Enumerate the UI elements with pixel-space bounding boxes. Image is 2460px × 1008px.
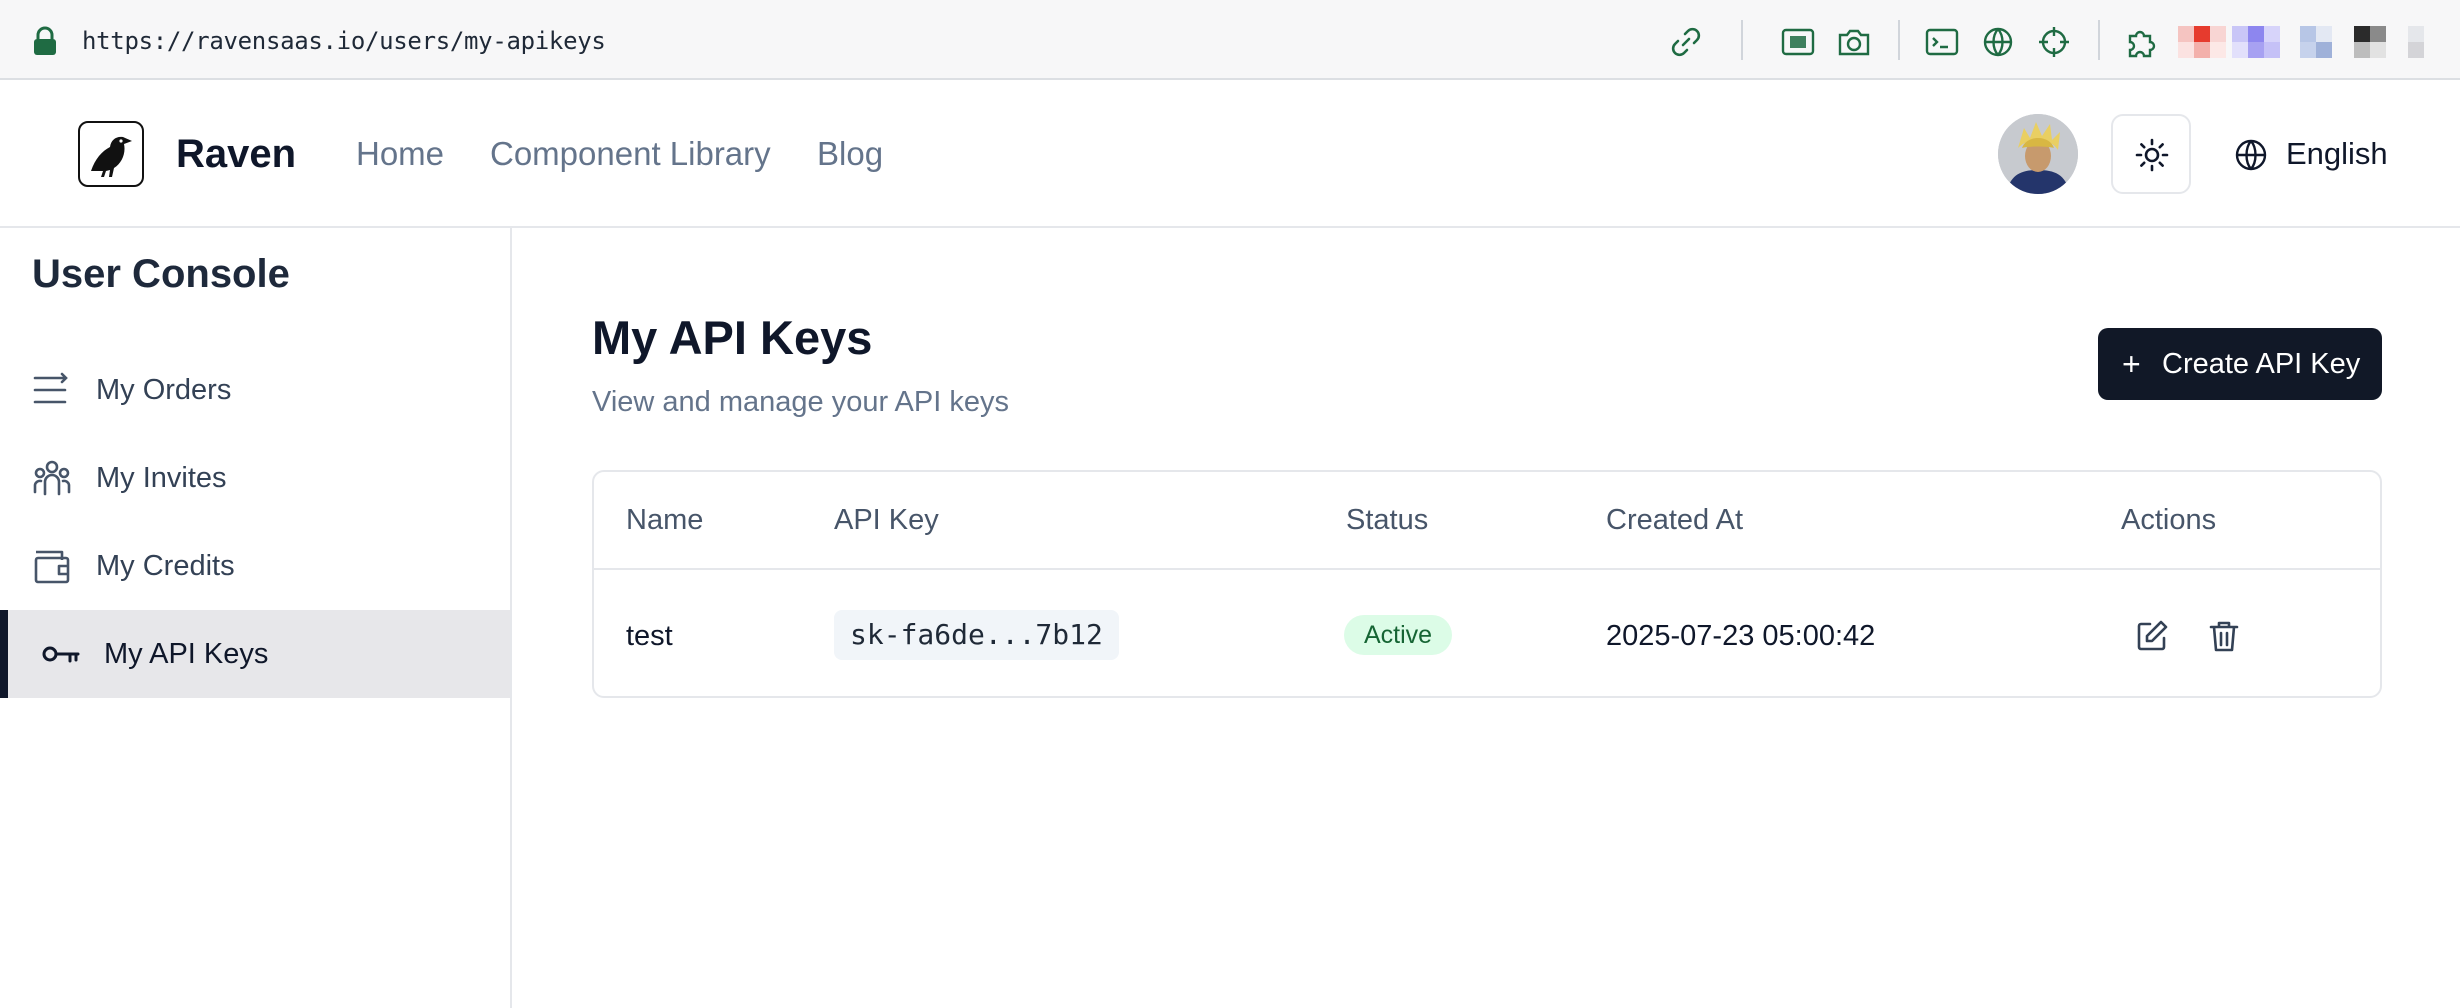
link-icon[interactable] [1668, 24, 1704, 60]
column-header-api-key: API Key [834, 504, 939, 536]
globe-icon [2235, 139, 2267, 171]
page-title: My API Keys [592, 311, 873, 364]
lock-icon [32, 26, 58, 56]
column-header-name: Name [626, 504, 704, 536]
extension-icon[interactable] [2124, 24, 2160, 60]
nav-component-library[interactable]: Component Library [490, 132, 771, 176]
language-label: English [2286, 136, 2388, 171]
page-subtitle: View and manage your API keys [592, 386, 1009, 418]
site-header: Raven Home Component Library Blog Englis… [0, 80, 2460, 228]
screenshot-icon[interactable] [1780, 24, 1816, 60]
table-header: Name API Key Status Created At Actions [594, 472, 2380, 570]
sidebar-title: User Console [32, 252, 290, 296]
sidebar-item-label: My Invites [96, 462, 227, 494]
key-icon [40, 634, 80, 674]
sidebar-item-label: My API Keys [104, 638, 269, 670]
status-badge: Active [1344, 615, 1453, 655]
sidebar-item-my-credits[interactable]: My Credits [0, 522, 510, 610]
users-icon [32, 458, 72, 498]
sun-icon [2135, 138, 2169, 172]
terminal-icon[interactable] [1924, 24, 1960, 60]
raven-logo-icon[interactable] [78, 121, 144, 187]
sidebar-item-label: My Orders [96, 374, 232, 406]
create-api-key-button[interactable]: + Create API Key [2098, 328, 2382, 400]
sidebar-item-my-api-keys[interactable]: My API Keys [0, 610, 510, 698]
crosshair-icon[interactable] [2036, 24, 2072, 60]
wallet-icon [32, 546, 72, 586]
list-icon [32, 370, 72, 410]
edit-icon[interactable] [2134, 618, 2170, 654]
column-header-actions: Actions [2121, 504, 2217, 536]
sidebar-item-my-orders[interactable]: My Orders [0, 346, 510, 434]
column-header-created-at: Created At [1606, 504, 1744, 536]
nav-home[interactable]: Home [356, 132, 444, 176]
create-api-key-label: Create API Key [2162, 348, 2361, 380]
brand-name[interactable]: Raven [176, 130, 296, 178]
created-at: 2025-07-23 05:00:42 [1606, 620, 1876, 652]
nav-blog[interactable]: Blog [817, 132, 883, 176]
sidebar: User Console My Orders My Invites My Cre… [0, 228, 512, 1008]
key-name: test [626, 620, 673, 652]
toolbar-divider [1741, 20, 1743, 60]
url-text[interactable]: https://ravensaas.io/users/my-apikeys [82, 26, 606, 56]
delete-icon[interactable] [2206, 618, 2242, 654]
sidebar-item-my-invites[interactable]: My Invites [0, 434, 510, 522]
api-key-value[interactable]: sk-fa6de...7b12 [834, 610, 1119, 660]
sidebar-item-label: My Credits [96, 550, 235, 582]
avatar[interactable] [1998, 114, 2078, 194]
column-header-status: Status [1346, 504, 1429, 536]
toolbar-divider [1898, 20, 1900, 60]
browser-address-bar: https://ravensaas.io/users/my-apikeys [0, 0, 2460, 80]
theme-toggle-button[interactable] [2111, 114, 2191, 194]
api-keys-table: Name API Key Status Created At Actions t… [592, 470, 2382, 698]
globe-icon[interactable] [1980, 24, 2016, 60]
toolbar-divider [2098, 20, 2100, 60]
camera-icon[interactable] [1836, 24, 1872, 60]
plus-icon: + [2122, 346, 2141, 382]
